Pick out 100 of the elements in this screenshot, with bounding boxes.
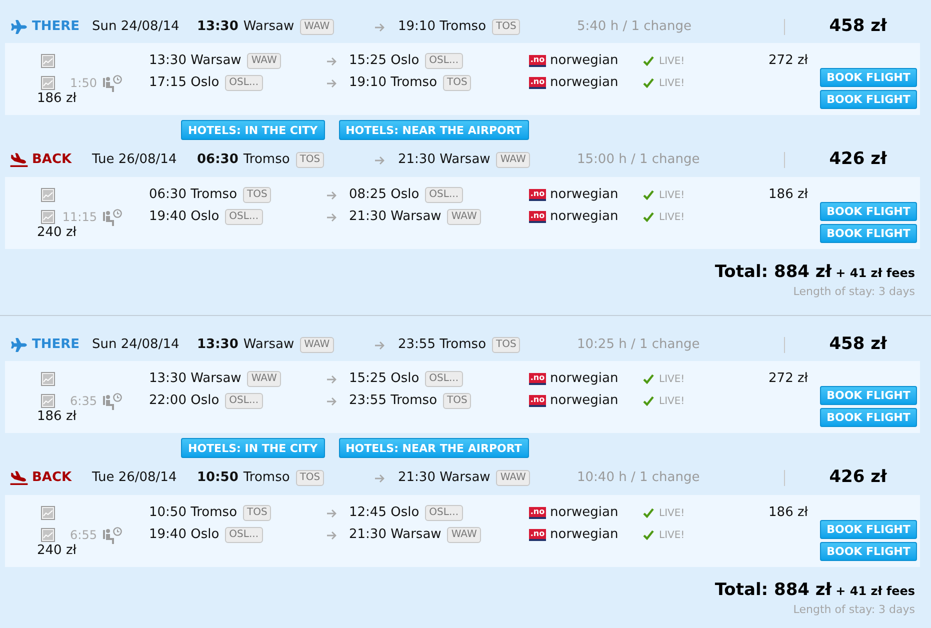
check-icon bbox=[643, 374, 654, 384]
book-flight-button[interactable]: BOOK FLIGHT bbox=[820, 520, 917, 539]
segment-arrival: 12:45 Oslo bbox=[349, 504, 420, 522]
segment-arrival: 08:25 Oslo bbox=[349, 186, 420, 204]
book-flight-button[interactable]: BOOK FLIGHT bbox=[820, 90, 917, 109]
direction-label: THERE bbox=[32, 18, 80, 36]
live-status: LIVE! bbox=[659, 188, 685, 202]
segment-price: 272 zł bbox=[768, 52, 808, 70]
direction-label: BACK bbox=[32, 469, 72, 488]
departure-city: Warsaw bbox=[243, 336, 294, 354]
seat-clock-icon bbox=[103, 392, 122, 410]
segment-departure: 19:40 Oslo bbox=[149, 208, 220, 226]
duration-text: 15:00 h / 1 change bbox=[577, 152, 700, 168]
airport-code-badge: WAW bbox=[247, 53, 281, 69]
arrow-icon bbox=[327, 190, 337, 200]
image-icon bbox=[41, 394, 55, 408]
airport-code-badge: TOS bbox=[243, 187, 272, 203]
total-price: Total: 884 zł bbox=[714, 579, 832, 601]
flight-date: Tue 26/08/14 bbox=[92, 470, 177, 486]
book-flight-button[interactable]: BOOK FLIGHT bbox=[820, 386, 917, 405]
image-icon bbox=[41, 188, 55, 202]
layover-time: 11:15 bbox=[62, 209, 97, 226]
check-icon bbox=[643, 508, 654, 518]
airline-name: norwegian bbox=[550, 526, 618, 544]
check-icon bbox=[643, 190, 654, 200]
hotels-button[interactable]: HOTELS: NEAR THE AIRPORT bbox=[338, 438, 529, 458]
segment-price: 186 zł bbox=[768, 186, 808, 204]
plane-icon bbox=[10, 338, 28, 352]
hotels-button[interactable]: HOTELS: IN THE CITY bbox=[181, 120, 325, 140]
image-icon bbox=[41, 54, 55, 68]
hotels-button[interactable]: HOTELS: IN THE CITY bbox=[181, 438, 325, 458]
arrow-icon bbox=[375, 22, 385, 32]
live-status: LIVE! bbox=[659, 528, 685, 542]
segment-departure: 22:00 Oslo bbox=[149, 392, 220, 410]
leg-price: 458 zł bbox=[829, 15, 887, 38]
layover-time: 6:55 bbox=[70, 527, 97, 544]
segment-price: 240 zł bbox=[37, 542, 76, 560]
check-icon bbox=[643, 78, 654, 88]
seat-clock-icon bbox=[103, 526, 122, 544]
book-flight-button[interactable]: BOOK FLIGHT bbox=[820, 408, 917, 427]
arrow-icon bbox=[375, 474, 385, 482]
airport-code-badge: OSL... bbox=[225, 209, 262, 225]
layover-time: 6:35 bbox=[70, 393, 97, 410]
departure-time: 13:30 bbox=[197, 336, 238, 354]
airport-code-badge: WAW bbox=[300, 19, 334, 35]
segment-departure: 19:40 Oslo bbox=[149, 526, 220, 544]
seat-clock-icon bbox=[103, 208, 122, 226]
airport-code-badge: WAW bbox=[496, 470, 530, 486]
airline-logo: .no bbox=[529, 373, 546, 385]
departure-city: Warsaw bbox=[243, 18, 294, 36]
length-of-stay: Length of stay: 3 days bbox=[793, 603, 915, 617]
layover-time: 1:50 bbox=[70, 75, 97, 92]
arrow-icon bbox=[327, 78, 337, 88]
departure-city: Tromso bbox=[243, 469, 290, 488]
live-status: LIVE! bbox=[659, 506, 685, 520]
live-status: LIVE! bbox=[659, 394, 685, 408]
airline-name: norwegian bbox=[550, 52, 618, 70]
image-icon bbox=[41, 210, 55, 224]
book-flight-button[interactable]: BOOK FLIGHT bbox=[820, 542, 917, 561]
live-status: LIVE! bbox=[659, 210, 685, 224]
segment-arrival: 15:25 Oslo bbox=[349, 52, 420, 70]
airport-code-badge: TOS bbox=[296, 470, 324, 486]
airport-code-badge: OSL... bbox=[425, 53, 462, 69]
segment-departure: 13:30 Warsaw bbox=[149, 52, 242, 70]
airport-code-badge: OSL... bbox=[425, 371, 462, 387]
check-icon bbox=[643, 396, 654, 406]
airline-name: norwegian bbox=[550, 186, 618, 204]
airline-logo: .no bbox=[529, 211, 546, 223]
airport-code-badge: TOS bbox=[296, 152, 324, 168]
arrival-time-city: 21:30 Warsaw bbox=[398, 151, 490, 170]
fees-text: + 41 zł fees bbox=[836, 265, 915, 282]
airport-code-badge: WAW bbox=[300, 337, 334, 353]
airline-logo: .no bbox=[529, 189, 546, 201]
arrow-icon bbox=[375, 156, 385, 164]
book-flight-button[interactable]: BOOK FLIGHT bbox=[820, 202, 917, 221]
airline-logo: .no bbox=[529, 507, 546, 519]
leg-price: 426 zł bbox=[829, 466, 887, 490]
airport-code-badge: TOS bbox=[492, 19, 520, 35]
flight-date: Sun 24/08/14 bbox=[92, 19, 180, 34]
airline-name: norwegian bbox=[550, 208, 618, 226]
check-icon bbox=[643, 530, 654, 540]
book-flight-button[interactable]: BOOK FLIGHT bbox=[820, 68, 917, 87]
image-icon bbox=[41, 372, 55, 386]
book-flight-button[interactable]: BOOK FLIGHT bbox=[820, 224, 917, 243]
airline-logo: .no bbox=[529, 395, 546, 407]
airport-code-badge: OSL... bbox=[425, 187, 462, 203]
airport-code-badge: WAW bbox=[447, 209, 481, 225]
hotels-button[interactable]: HOTELS: NEAR THE AIRPORT bbox=[338, 120, 529, 140]
flight-date: Tue 26/08/14 bbox=[92, 152, 177, 168]
arrow-icon bbox=[327, 530, 337, 540]
length-of-stay: Length of stay: 3 days bbox=[793, 285, 915, 299]
leg-price: 426 zł bbox=[829, 148, 887, 172]
duration-text: 10:25 h / 1 change bbox=[577, 337, 700, 352]
airline-name: norwegian bbox=[550, 392, 618, 410]
arrival-time-city: 23:55 Tromso bbox=[398, 336, 486, 354]
departure-city: Tromso bbox=[243, 151, 290, 170]
airport-code-badge: TOS bbox=[243, 505, 272, 521]
check-icon bbox=[643, 56, 654, 66]
live-status: LIVE! bbox=[659, 76, 685, 90]
leg-price: 458 zł bbox=[829, 333, 887, 356]
